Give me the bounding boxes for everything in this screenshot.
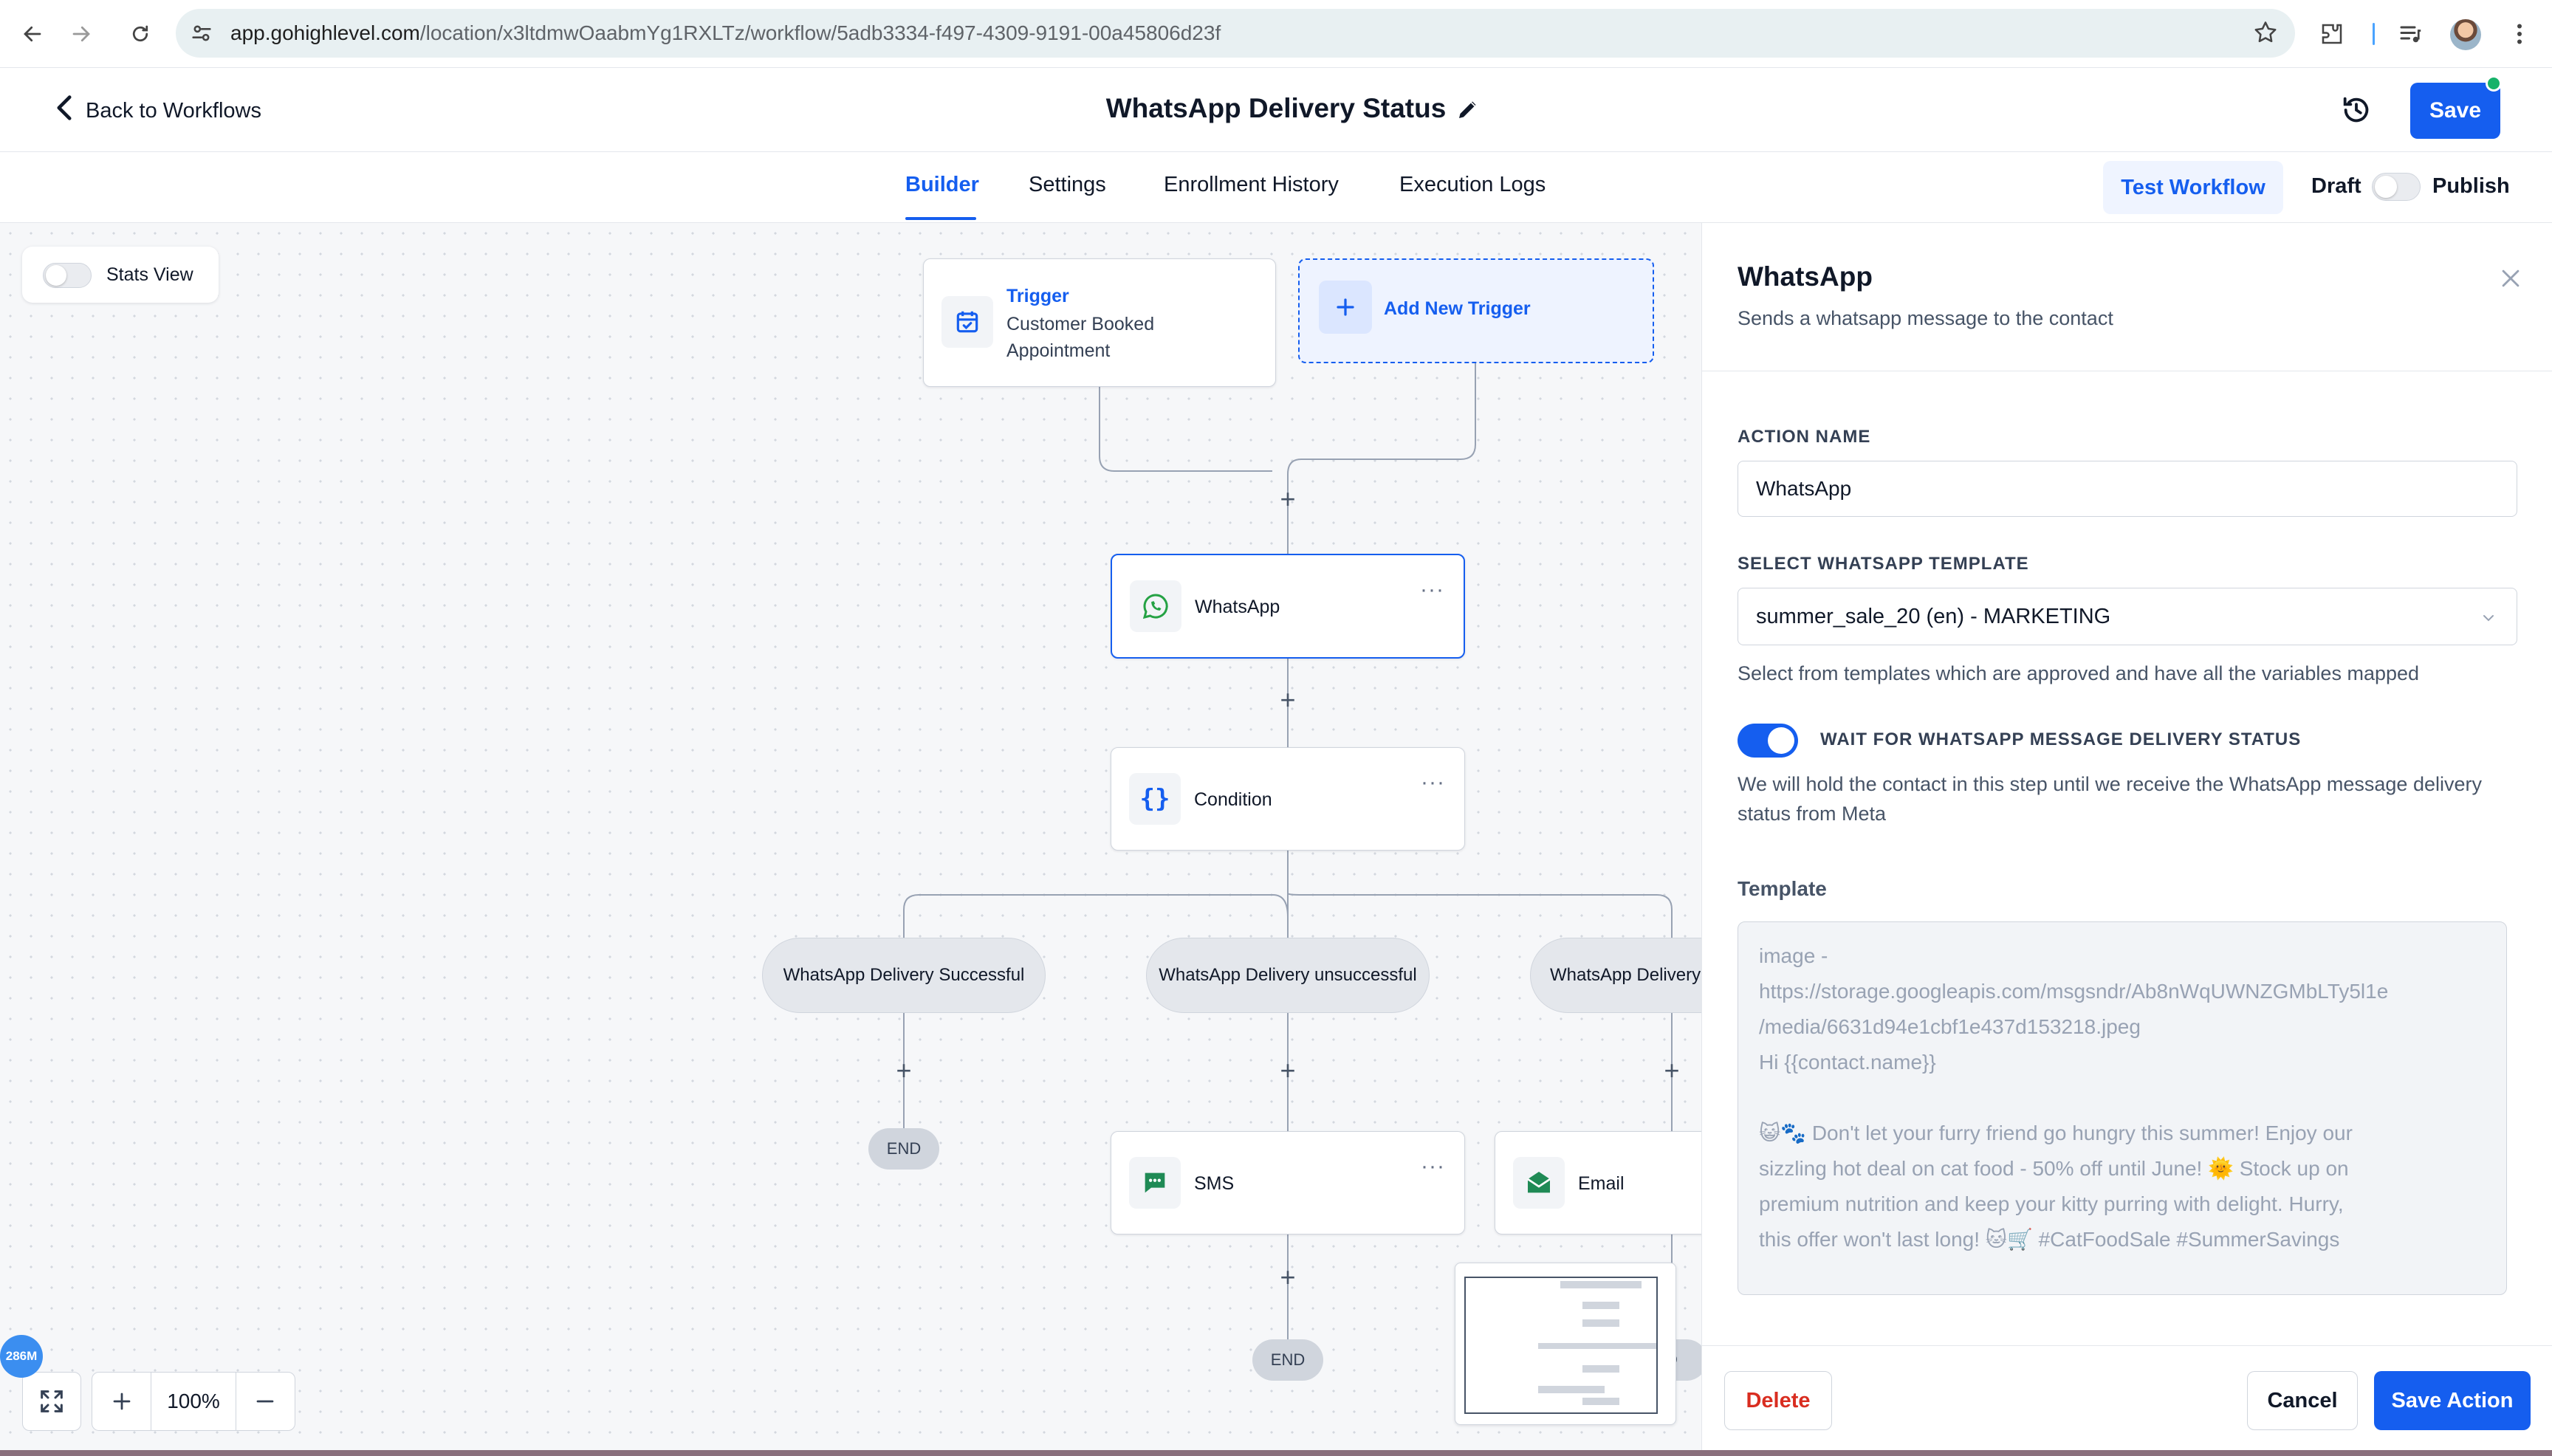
workflow-header: Back to Workflows WhatsApp Delivery Stat…	[0, 68, 2552, 152]
chevron-down-icon	[2480, 609, 2497, 631]
add-step-plus-icon[interactable]: +	[1273, 684, 1303, 715]
plus-icon	[1319, 281, 1372, 334]
address-bar[interactable]: app.gohighlevel.com/location/x3ltdmwOaab…	[176, 9, 2295, 58]
extensions-icon[interactable]	[2314, 16, 2350, 52]
template-select-help: Select from templates which are approved…	[1738, 662, 2420, 684]
email-action-node[interactable]: Email	[1495, 1131, 1701, 1234]
workflow-title: WhatsApp Delivery Status	[1105, 93, 1447, 123]
back-arrow-icon[interactable]	[16, 18, 49, 50]
save-action-button[interactable]: Save Action	[2374, 1371, 2531, 1430]
condition-node-label: Condition	[1194, 789, 1272, 810]
zoom-out-button[interactable]	[236, 1373, 295, 1430]
memory-usage-badge: 286M	[0, 1335, 43, 1378]
add-step-plus-icon[interactable]: +	[1273, 1262, 1303, 1292]
unsaved-indicator-dot	[2486, 75, 2502, 92]
profile-avatar[interactable]	[2450, 19, 2481, 50]
tab-execution-logs[interactable]: Execution Logs	[1399, 173, 1546, 197]
close-icon[interactable]	[2498, 266, 2523, 295]
whatsapp-node-label: WhatsApp	[1195, 597, 1280, 617]
wait-delivery-status-label: WAIT FOR WHATSAPP MESSAGE DELIVERY STATU…	[1820, 729, 2302, 749]
add-step-plus-icon[interactable]: +	[1273, 484, 1303, 514]
history-clock-icon[interactable]	[2339, 93, 2373, 131]
condition-node[interactable]: {} Condition ···	[1111, 747, 1465, 851]
zoom-in-button[interactable]	[92, 1373, 151, 1430]
forward-arrow-icon[interactable]	[65, 18, 97, 50]
fit-to-screen-button[interactable]	[22, 1372, 81, 1431]
toolbar-divider	[2356, 16, 2391, 52]
end-marker: END	[868, 1128, 939, 1170]
node-options-icon[interactable]: ···	[1421, 1154, 1445, 1179]
test-workflow-button[interactable]: Test Workflow	[2103, 161, 2283, 214]
trigger-kind-label: Trigger	[1006, 286, 1069, 306]
trigger-node[interactable]: Trigger Customer Booked Appointment	[923, 258, 1276, 387]
action-settings-panel: WhatsApp Sends a whatsapp message to the…	[1701, 223, 2552, 1456]
sms-node-label: SMS	[1194, 1173, 1235, 1194]
sms-action-node[interactable]: SMS ···	[1111, 1131, 1465, 1234]
sms-chat-icon	[1129, 1157, 1181, 1209]
expand-icon	[41, 1390, 63, 1412]
publish-toggle[interactable]	[2372, 173, 2421, 201]
branch-delivery-successful[interactable]: WhatsApp Delivery Successful	[762, 938, 1046, 1013]
trigger-name-label: Customer Booked Appointment	[1006, 314, 1155, 361]
bookmark-star-icon[interactable]	[2252, 19, 2279, 49]
wait-delivery-status-help: We will hold the contact in this step un…	[1738, 773, 2482, 825]
active-tab-indicator	[905, 217, 976, 220]
panel-title: WhatsApp	[1738, 261, 1873, 292]
browser-toolbar: app.gohighlevel.com/location/x3ltdmwOaab…	[0, 0, 2552, 68]
workflow-tabs: Builder Settings Enrollment History Exec…	[0, 152, 2552, 223]
panel-subtitle: Sends a whatsapp message to the contact	[1738, 307, 2113, 329]
delete-action-button[interactable]: Delete	[1724, 1371, 1832, 1430]
zoom-level: 100%	[151, 1373, 236, 1430]
save-workflow-button[interactable]: Save	[2410, 83, 2500, 139]
action-name-label: ACTION NAME	[1738, 427, 1871, 447]
workflow-canvas[interactable]: Stats View Trigger Customer Booked Appoi…	[0, 223, 1701, 1456]
curly-braces-icon: {}	[1129, 773, 1181, 825]
reload-icon[interactable]	[124, 18, 157, 50]
panel-footer: Delete Cancel Save Action	[1702, 1345, 2552, 1456]
template-preview-text: image - https://storage.googleapis.com/m…	[1738, 921, 2507, 1295]
tab-enrollment-history[interactable]: Enrollment History	[1164, 173, 1339, 197]
action-name-input[interactable]	[1738, 461, 2517, 517]
url-text: app.gohighlevel.com/location/x3ltdmwOaab…	[230, 21, 1221, 44]
window-bottom-edge	[0, 1450, 2552, 1456]
browser-menu-icon[interactable]	[2502, 16, 2537, 52]
add-step-plus-icon[interactable]: +	[889, 1055, 919, 1085]
node-options-icon[interactable]: ···	[1420, 577, 1444, 602]
add-new-trigger-button[interactable]: Add New Trigger	[1298, 258, 1654, 363]
cancel-button[interactable]: Cancel	[2247, 1371, 2358, 1430]
add-step-plus-icon[interactable]: +	[1657, 1055, 1687, 1085]
template-select-value: summer_sale_20 (en) - MARKETING	[1756, 605, 2111, 628]
add-step-plus-icon[interactable]: +	[1273, 1055, 1303, 1085]
canvas-minimap[interactable]	[1455, 1263, 1676, 1425]
end-marker: END	[1252, 1339, 1323, 1381]
tab-settings[interactable]: Settings	[1029, 173, 1106, 197]
pencil-icon[interactable]	[1455, 96, 1481, 126]
minus-icon	[256, 1400, 274, 1403]
zoom-controls: 100%	[92, 1372, 295, 1431]
template-select[interactable]: summer_sale_20 (en) - MARKETING	[1738, 588, 2517, 645]
publish-label: Publish	[2432, 174, 2510, 198]
node-options-icon[interactable]: ···	[1421, 770, 1445, 795]
tab-builder[interactable]: Builder	[905, 173, 979, 197]
template-preview-label: Template	[1738, 877, 1827, 900]
select-template-label: SELECT WHATSAPP TEMPLATE	[1738, 554, 2029, 574]
email-node-label: Email	[1578, 1173, 1625, 1194]
branch-delivery-unsuccessful[interactable]: WhatsApp Delivery unsuccessful	[1146, 938, 1430, 1013]
calendar-check-icon	[941, 296, 993, 348]
whatsapp-action-node[interactable]: WhatsApp ···	[1111, 554, 1465, 659]
media-queue-icon[interactable]	[2392, 16, 2428, 52]
branch-delivery-failed[interactable]: WhatsApp Delivery Failed	[1530, 938, 1701, 1013]
site-settings-icon[interactable]	[189, 21, 214, 49]
whatsapp-icon	[1130, 580, 1181, 632]
email-envelope-icon	[1513, 1157, 1565, 1209]
plus-icon	[113, 1393, 131, 1410]
draft-label: Draft	[2311, 174, 2361, 198]
add-new-trigger-label: Add New Trigger	[1384, 298, 1531, 319]
wait-delivery-status-toggle[interactable]	[1738, 724, 1798, 758]
